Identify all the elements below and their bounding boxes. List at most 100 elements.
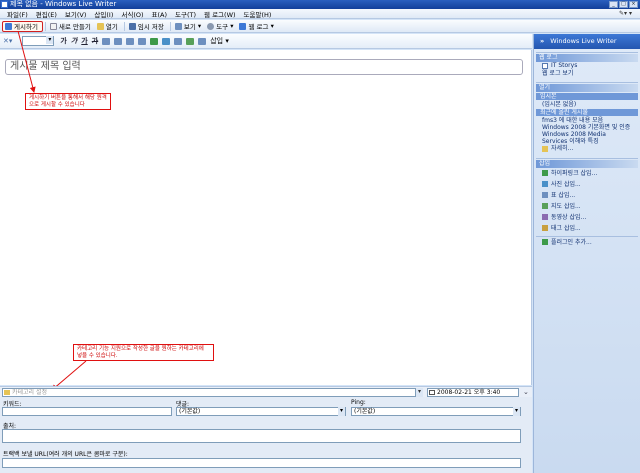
insert-video-item[interactable]: 동영상 삽입...	[536, 212, 638, 223]
menu-edit[interactable]: 편집(E)	[32, 9, 61, 19]
category-callout: 카테고리 기능 지원으로 작성한 글을 원하는 카테고리에 넣을 수 있습니다.	[73, 344, 214, 361]
save-draft-label: 임시 저장	[137, 23, 164, 31]
keywords-input[interactable]	[2, 407, 172, 416]
bold-button[interactable]: 가	[58, 36, 68, 46]
double-chevron-icon[interactable]: »	[540, 37, 544, 45]
image-icon[interactable]	[162, 37, 171, 45]
app-icon	[1, 1, 8, 8]
new-post-label: 새로 만들기	[58, 23, 91, 31]
blog-name-item[interactable]: IT Storys	[536, 62, 638, 70]
main-toolbar: 게시하기 새로 만들기 열기 임시 저장 보기 ▾ 도구 ▾ 웹 로그 ▾	[0, 20, 640, 33]
insert-hyperlink-item[interactable]: 하이퍼링크 삽입...	[536, 168, 638, 179]
view-button[interactable]: 보기 ▾	[173, 21, 205, 32]
menu-format[interactable]: 서식(O)	[117, 9, 147, 19]
blog-section-title: 웹 로그	[536, 54, 638, 62]
ping-value: (기본값)	[354, 408, 376, 415]
editor-area[interactable]: 게시물 제목 입력 게시하기 버튼을 통해서 해당 원격으로 게시할 수 있습니…	[0, 50, 532, 385]
insert-tag-item[interactable]: 태그 삽입...	[536, 223, 638, 234]
menu-insert[interactable]: 삽입(I)	[90, 9, 117, 19]
new-document-icon	[49, 22, 57, 30]
publish-label: 게시하기	[14, 23, 38, 31]
table-icon[interactable]	[174, 37, 183, 45]
insert-menu-label[interactable]: 삽입	[210, 36, 223, 46]
publish-date-value: 2008-02-21 오후 3:40	[437, 389, 501, 396]
insert-picture-label: 사진 삽입...	[551, 181, 581, 188]
format-toolbar: ✕▾ 가 가 가 가 삽입 ▾	[0, 34, 532, 49]
weblog-icon	[239, 22, 247, 30]
recent-post-item[interactable]: Windows 2008 기본화면 및 인증	[536, 124, 638, 131]
trackback-input[interactable]	[2, 458, 521, 468]
category-select[interactable]: 카테고리 설정 ▾	[2, 388, 423, 397]
insert-table-item[interactable]: 표 삽입...	[536, 190, 638, 201]
folder-icon	[542, 146, 548, 152]
post-title-input[interactable]: 게시물 제목 입력	[5, 59, 523, 75]
align-icon[interactable]	[138, 37, 147, 45]
date-checkbox[interactable]	[429, 390, 435, 395]
insert-icon[interactable]	[198, 37, 207, 45]
source-input[interactable]	[2, 429, 521, 443]
menu-tools[interactable]: 도구(T)	[171, 9, 200, 19]
add-plugin-label: 플러그인 추가...	[551, 239, 592, 246]
hyperlink-icon[interactable]	[150, 37, 159, 45]
open-label: 열기	[105, 23, 118, 31]
numbered-list-icon[interactable]	[102, 37, 111, 45]
insert-hyperlink-label: 하이퍼링크 삽입...	[551, 170, 598, 177]
toolbar-divider	[123, 21, 125, 31]
plus-icon	[542, 239, 548, 245]
bullet-list-icon[interactable]	[114, 37, 123, 45]
add-plugin-item[interactable]: 플러그인 추가...	[536, 236, 638, 248]
tools-label: 도구	[216, 23, 229, 31]
publish-callout: 게시하기 버튼을 통해서 해당 원격으로 게시할 수 있습니다	[25, 93, 111, 110]
open-button[interactable]: 열기	[95, 21, 122, 32]
ping-select[interactable]: (기본값)	[351, 407, 521, 416]
more-posts-link[interactable]: 자세히...	[536, 145, 638, 153]
recent-post-item[interactable]: fms3 에 대한 내용 모음	[536, 117, 638, 124]
hyperlink-icon	[542, 170, 548, 176]
folder-icon	[96, 22, 104, 30]
menu-help[interactable]: 도움말(H)	[240, 9, 276, 19]
insert-section-title: 삽입	[536, 160, 638, 168]
weblog-button[interactable]: 웹 로그 ▾	[237, 21, 277, 32]
window-controls: _ □ ×	[609, 1, 638, 8]
window-title: 제목 없음 - Windows Live Writer	[10, 0, 117, 8]
recent-posts-header: 최근에 올린 게시물	[536, 109, 638, 116]
style-icon[interactable]: ✕▾	[3, 37, 12, 45]
save-draft-button[interactable]: 임시 저장	[127, 21, 168, 32]
trackback-label: 트랙백 보낼 URL(여러 개의 URL은 콤마로 구분):	[3, 451, 128, 458]
menu-view[interactable]: 보기(V)	[61, 9, 90, 19]
picture-icon	[542, 181, 548, 187]
publish-date-field[interactable]: 2008-02-21 오후 3:40	[427, 388, 519, 397]
blockquote-icon[interactable]	[126, 37, 135, 45]
font-size-select[interactable]	[22, 36, 55, 46]
more-posts-label: 자세히...	[551, 145, 574, 152]
folder-icon	[4, 390, 10, 395]
chevron-down-icon[interactable]: ▾	[415, 388, 423, 397]
insert-map-item[interactable]: 지도 삽입...	[536, 201, 638, 212]
view-label: 보기	[183, 23, 196, 31]
menu-file[interactable]: 파일(F)	[3, 9, 32, 19]
italic-button[interactable]: 가	[69, 36, 79, 46]
publish-button[interactable]: 게시하기	[2, 20, 43, 32]
close-button[interactable]: ×	[629, 1, 638, 8]
insert-picture-item[interactable]: 사진 삽입...	[536, 179, 638, 190]
underline-button[interactable]: 가	[79, 36, 89, 46]
map-icon[interactable]	[186, 37, 195, 45]
new-post-button[interactable]: 새로 만들기	[48, 21, 95, 32]
recent-post-item[interactable]: Windows 2008 Media Services 이해와 특징	[536, 131, 638, 145]
save-icon	[128, 22, 136, 30]
minimize-button[interactable]: _	[609, 1, 618, 8]
drafts-empty-item: (임시본 없음)	[542, 101, 577, 108]
comments-value: (기본값)	[179, 408, 201, 415]
view-blog-link[interactable]: 웹 로그 보기	[536, 70, 638, 77]
menu-table[interactable]: 표(A)	[148, 9, 172, 19]
collapse-icon[interactable]: ⌄	[523, 388, 529, 396]
drafts-header: 임시본	[536, 93, 638, 100]
pen-icon[interactable]: ✎▾ ▾	[615, 10, 636, 17]
strike-button[interactable]: 가	[90, 36, 100, 46]
blog-name: IT Storys	[551, 62, 578, 69]
open-section-title: 열기	[536, 84, 638, 92]
menu-weblog[interactable]: 웹 로그(W)	[200, 9, 240, 19]
comments-select[interactable]: (기본값)	[176, 407, 346, 416]
tools-button[interactable]: 도구 ▾	[205, 21, 237, 32]
maximize-button[interactable]: □	[619, 1, 628, 8]
